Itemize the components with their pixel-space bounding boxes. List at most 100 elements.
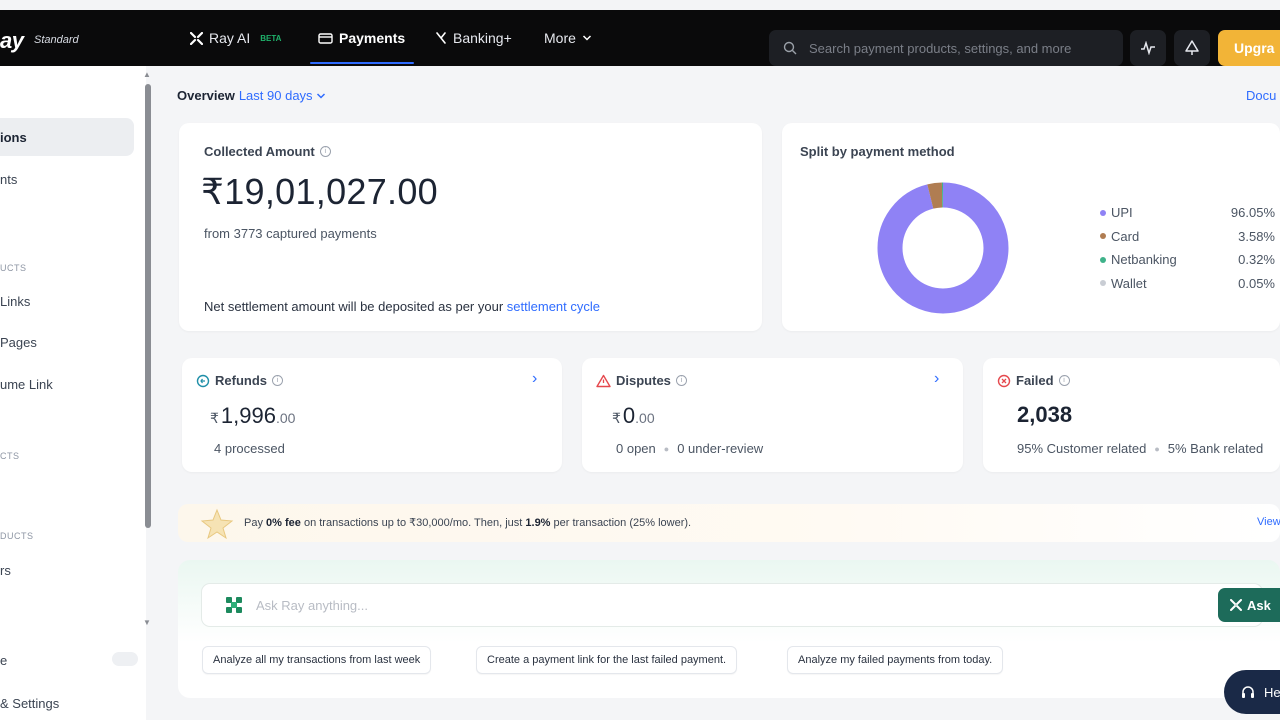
chevron-right-icon[interactable]: › [532,370,537,388]
overview-header: Overview Last 90 days [177,88,326,103]
sidebar-item-payment-pages[interactable]: Pages [0,335,37,350]
nav-more-label: More [544,30,576,46]
failed-customer-text: 95% Customer related [1017,441,1147,456]
legend-percent: 96.05% [1230,205,1275,220]
suggestion-chip[interactable]: Create a payment link for the last faile… [476,646,738,674]
help-label: He [1264,684,1280,700]
sidebar: ions nts UCTS Links Pages ume Link CTS D… [0,66,146,720]
nav-more[interactable]: More [544,30,592,46]
ask-ray-field[interactable] [202,584,1262,626]
search-input[interactable] [809,40,1109,56]
info-icon[interactable]: i [319,146,331,157]
top-strip [0,0,1280,10]
docs-link[interactable]: Docu [1246,88,1276,103]
sidebar-item-toggle-label: e [0,653,8,668]
failed-breakdown: 95% Customer related ● 5% Bank related [1017,441,1263,456]
collected-amount-card: Collected Amount i ₹19,01,027.00 from 37… [179,123,762,331]
disputes-card[interactable]: Disputes i › ₹0.00 0 open ● 0 under-revi… [582,358,963,472]
legend-label: UPI [1111,205,1133,220]
nav-payments-label: Payments [339,30,406,46]
sidebar-scrollbar[interactable] [145,84,151,528]
promo-post: per transaction (25% lower). [553,517,692,529]
sidebar-item-volume-link[interactable]: ume Link [0,377,53,392]
legend-item-upi: UPI 96.05% [1100,205,1275,220]
legend-label: Wallet [1111,275,1147,291]
promo-mid: on transactions up to ₹30,000/mo. Then, … [303,517,523,529]
nav-banking[interactable]: Banking+ [435,30,512,46]
failed-bank-text: 5% Bank related [1167,441,1264,456]
refund-icon [196,374,210,387]
captured-payments-text: from 3773 captured payments [204,226,377,241]
suggestion-chip[interactable]: Analyze all my transactions from last we… [202,646,432,674]
legend-percent: 3.58% [1238,228,1275,244]
sidebar-item-transactions[interactable]: ions [0,130,27,145]
banking-icon [436,32,446,44]
disputes-amount-value: 0 [622,403,636,428]
chevron-right-icon[interactable]: › [934,370,939,388]
info-icon[interactable]: i [1058,375,1070,386]
headset-icon [1242,686,1254,698]
brand-logo[interactable]: ay [0,28,24,54]
failed-title: Failed i [997,373,1070,388]
sidebar-toggle-switch[interactable] [112,652,138,666]
upgrade-button[interactable]: Upgra [1218,30,1280,66]
sidebar-section-3: DUCTS [0,531,34,541]
info-icon[interactable]: i [272,375,283,386]
sidebar-item-customers[interactable]: rs [0,563,11,578]
disputes-status: 0 open ● 0 under-review [616,441,763,456]
scroll-down-icon[interactable]: ▼ [143,618,151,627]
legend-label: Netbanking [1111,252,1177,267]
promo-pre: Pay [244,517,263,529]
legend-dot [1100,233,1106,239]
failed-count: 2,038 [1017,402,1073,427]
promo-banner: Pay 0% fee on transactions up to ₹30,000… [178,504,1280,542]
disputes-amount-decimals: .00 [635,410,655,426]
date-range-label: Last 90 days [238,88,313,103]
ask-ray-button-label: Ask [1247,597,1271,613]
scroll-up-icon[interactable]: ▲ [143,70,151,79]
refunds-label: Refunds [215,373,267,388]
failed-card[interactable]: Failed i 2,038 95% Customer related ● 5%… [983,358,1280,472]
separator-dot: ● [663,443,670,454]
legend-dot [1100,280,1106,286]
disputes-open-text: 0 open [616,441,656,456]
payments-icon [318,32,333,44]
ask-ray-input[interactable] [256,597,1156,613]
donut-slice-upi[interactable] [877,182,1009,314]
announcements-button[interactable] [1174,30,1210,66]
beta-badge: BETA [260,33,282,43]
disputes-title: Disputes i [596,373,687,388]
legend-label: Card [1111,228,1140,244]
nav-ray-ai-label: Ray AI [209,30,251,46]
global-search[interactable] [769,30,1123,66]
top-navbar: ay Standard Ray AI BETA Payments Banking… [0,10,1280,66]
sidebar-item-settlements[interactable]: nts [0,172,17,187]
refunds-processed-text: 4 processed [214,441,285,456]
separator-dot: ● [1154,443,1160,454]
sidebar-section-products: UCTS [0,263,27,273]
sidebar-section-2: CTS [0,451,20,461]
settlement-cycle-link[interactable]: settlement cycle [507,299,600,314]
nav-ray-ai[interactable]: Ray AI BETA [190,30,281,46]
sidebar-item-payment-links[interactable]: Links [0,294,30,309]
info-icon[interactable]: i [675,375,687,386]
promo-view-link[interactable]: View [1257,516,1280,528]
sidebar-item-account-settings[interactable]: & Settings [0,696,59,711]
payment-split-donut-chart [877,182,1009,314]
refunds-currency: ₹ [210,410,219,426]
legend-dot [1100,209,1106,216]
nav-payments[interactable]: Payments [318,30,405,46]
activity-button[interactable] [1130,30,1166,66]
date-range-selector[interactable]: Last 90 days [239,88,326,103]
legend-item-netbanking: Netbanking 0.32% [1100,252,1275,267]
refunds-amount: ₹1,996.00 [210,403,295,429]
warning-icon [596,374,611,387]
ask-ray-button[interactable]: Ask [1218,588,1280,622]
ray-ai-panel: Ask Analyze all my transactions from las… [178,560,1280,698]
disputes-review-text: 0 under-review [677,441,764,456]
nav-banking-label: Banking+ [453,30,512,46]
help-button[interactable]: He [1224,670,1280,714]
refunds-card[interactable]: Refunds i › ₹1,996.00 4 processed [182,358,562,472]
suggestion-chip[interactable]: Analyze my failed payments from today. [787,646,1004,674]
ray-ai-icon [226,597,242,613]
